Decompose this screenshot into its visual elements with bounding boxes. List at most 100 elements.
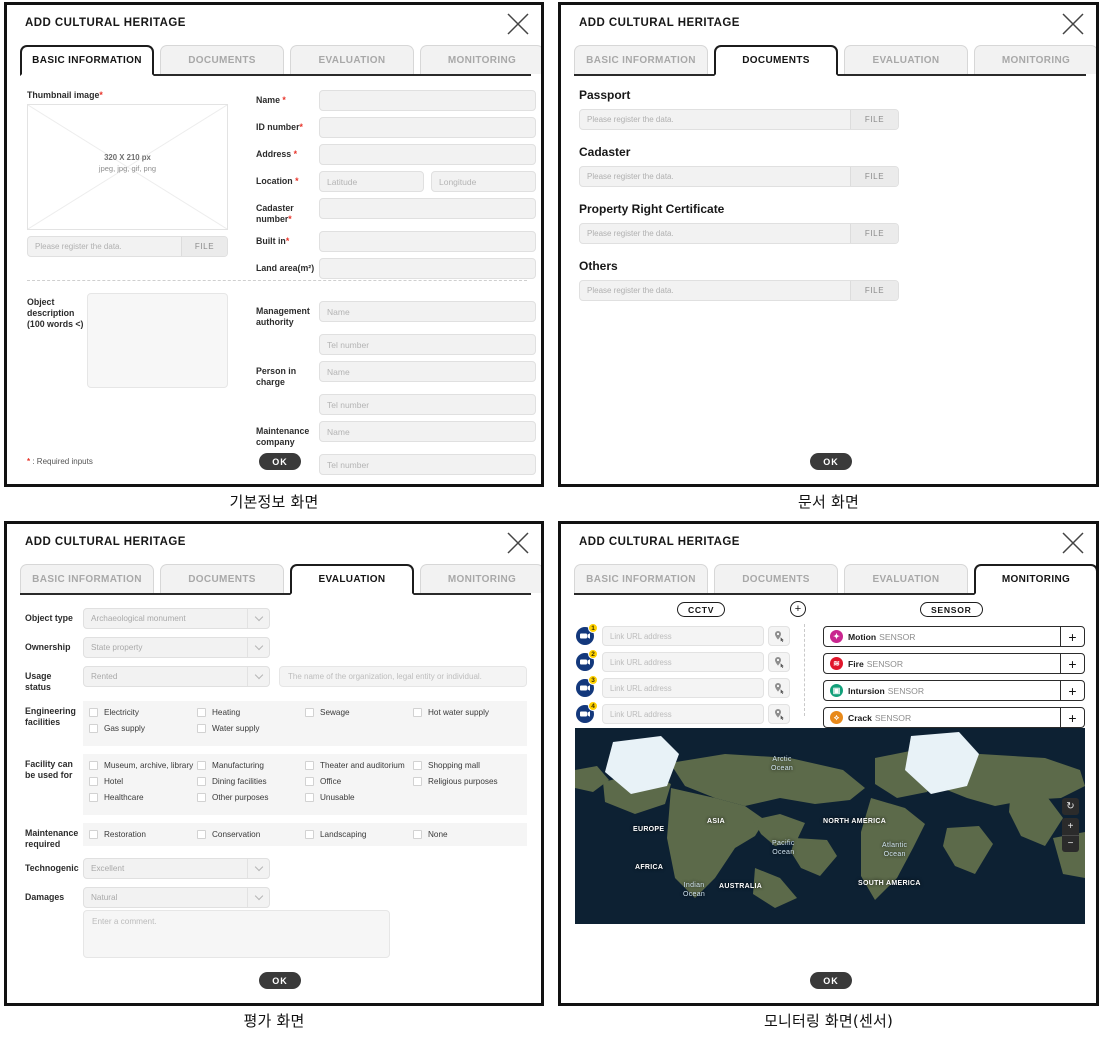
file-button[interactable]: FILE: [850, 167, 898, 186]
checkbox-box[interactable]: [197, 724, 206, 733]
sensor-row-intursion[interactable]: ▣ Intursion SENSOR +: [823, 680, 1085, 701]
checkbox-theater-and-auditorium[interactable]: Theater and auditorium: [305, 761, 413, 770]
file-button[interactable]: FILE: [181, 237, 227, 256]
checkbox-box[interactable]: [89, 708, 98, 717]
add-fire-sensor-button[interactable]: +: [1060, 654, 1084, 673]
cctv-url-input[interactable]: Link URL address: [602, 652, 764, 672]
technogenic-select[interactable]: Excellent: [83, 858, 270, 879]
checkbox-box[interactable]: [89, 724, 98, 733]
tab-evaluation[interactable]: EVALUATION: [290, 45, 414, 74]
object-type-select[interactable]: Archaeological monument: [83, 608, 270, 629]
file-button[interactable]: FILE: [850, 281, 898, 300]
checkbox-box[interactable]: [197, 830, 206, 839]
checkbox-box[interactable]: [305, 830, 314, 839]
close-icon[interactable]: [505, 11, 531, 37]
add-intursion-sensor-button[interactable]: +: [1060, 681, 1084, 700]
add-motion-sensor-button[interactable]: +: [1060, 627, 1084, 646]
name-input[interactable]: [319, 90, 536, 111]
tab-documents[interactable]: DOCUMENTS: [160, 45, 284, 74]
tab-monitoring[interactable]: MONITORING: [974, 45, 1096, 74]
land-area-input[interactable]: [319, 258, 536, 279]
checkbox-box[interactable]: [197, 777, 206, 786]
tab-basic-information[interactable]: BASIC INFORMATION: [574, 45, 708, 74]
address-input[interactable]: [319, 144, 536, 165]
sensor-row-crack[interactable]: ⟡ Crack SENSOR +: [823, 707, 1085, 728]
checkbox-religious-purposes[interactable]: Religious purposes: [413, 777, 521, 786]
checkbox-electricity[interactable]: Electricity: [89, 708, 197, 717]
person-in-charge-name-input[interactable]: Name: [319, 361, 536, 382]
tab-monitoring[interactable]: MONITORING: [420, 45, 541, 74]
add-crack-sensor-button[interactable]: +: [1060, 708, 1084, 727]
map-pin-picker-icon[interactable]: [768, 626, 790, 646]
maintenance-company-tel-input[interactable]: Tel number: [319, 454, 536, 475]
world-map[interactable]: EUROPE ASIA AFRICA AUSTRALIA NORTH AMERI…: [575, 728, 1085, 924]
checkbox-box[interactable]: [89, 761, 98, 770]
comment-textarea[interactable]: Enter a comment.: [83, 910, 390, 958]
checkbox-box[interactable]: [305, 777, 314, 786]
management-authority-name-input[interactable]: Name: [319, 301, 536, 322]
checkbox-box[interactable]: [413, 830, 422, 839]
tab-basic-information[interactable]: BASIC INFORMATION: [20, 45, 154, 76]
map-zoom-in-button[interactable]: +: [1062, 818, 1079, 835]
latitude-input[interactable]: Latitude: [319, 171, 424, 192]
add-cctv-icon[interactable]: +: [790, 601, 806, 617]
map-pin-picker-icon[interactable]: [768, 652, 790, 672]
organization-name-input[interactable]: The name of the organization, legal enti…: [279, 666, 527, 687]
checkbox-box[interactable]: [197, 761, 206, 770]
tab-monitoring[interactable]: MONITORING: [420, 564, 541, 593]
ok-button[interactable]: OK: [810, 453, 852, 470]
cctv-url-input[interactable]: Link URL address: [602, 626, 764, 646]
close-icon[interactable]: [1060, 11, 1086, 37]
thumbnail-file-input[interactable]: Please register the data. FILE: [27, 236, 228, 257]
checkbox-box[interactable]: [413, 708, 422, 717]
person-in-charge-tel-input[interactable]: Tel number: [319, 394, 536, 415]
map-pin-picker-icon[interactable]: [768, 704, 790, 724]
usage-status-select[interactable]: Rented: [83, 666, 270, 687]
checkbox-box[interactable]: [89, 777, 98, 786]
checkbox-box[interactable]: [305, 708, 314, 717]
file-button[interactable]: FILE: [850, 110, 898, 129]
ownership-select[interactable]: State property: [83, 637, 270, 658]
checkbox-box[interactable]: [305, 761, 314, 770]
tab-documents[interactable]: DOCUMENTS: [714, 564, 838, 593]
checkbox-sewage[interactable]: Sewage: [305, 708, 413, 717]
passport-file-input[interactable]: Please register the data. FILE: [579, 109, 899, 130]
sensor-row-fire[interactable]: ≋ Fire SENSOR +: [823, 653, 1085, 674]
checkbox-healthcare[interactable]: Healthcare: [89, 793, 197, 802]
checkbox-office[interactable]: Office: [305, 777, 413, 786]
checkbox-other-purposes[interactable]: Other purposes: [197, 793, 305, 802]
tab-monitoring[interactable]: MONITORING: [974, 564, 1096, 595]
map-rotate-icon[interactable]: ↻: [1062, 798, 1079, 815]
checkbox-hotel[interactable]: Hotel: [89, 777, 197, 786]
map-pin-picker-icon[interactable]: [768, 678, 790, 698]
cctv-section-pill[interactable]: CCTV: [677, 602, 726, 617]
checkbox-box[interactable]: [89, 830, 98, 839]
checkbox-water-supply[interactable]: Water supply: [197, 724, 305, 733]
cctv-url-input[interactable]: Link URL address: [602, 678, 764, 698]
file-button[interactable]: FILE: [850, 224, 898, 243]
checkbox-box[interactable]: [89, 793, 98, 802]
close-icon[interactable]: [505, 530, 531, 556]
checkbox-box[interactable]: [305, 793, 314, 802]
checkbox-dining-facilities[interactable]: Dining facilities: [197, 777, 305, 786]
checkbox-heating[interactable]: Heating: [197, 708, 305, 717]
checkbox-landscaping[interactable]: Landscaping: [305, 830, 413, 839]
map-zoom-out-button[interactable]: −: [1062, 835, 1079, 852]
checkbox-box[interactable]: [413, 777, 422, 786]
maintenance-company-name-input[interactable]: Name: [319, 421, 536, 442]
checkbox-none[interactable]: None: [413, 830, 521, 839]
tab-basic-information[interactable]: BASIC INFORMATION: [20, 564, 154, 593]
property-right-certificate-file-input[interactable]: Please register the data. FILE: [579, 223, 899, 244]
tab-evaluation[interactable]: EVALUATION: [844, 45, 968, 74]
checkbox-box[interactable]: [197, 708, 206, 717]
others-file-input[interactable]: Please register the data. FILE: [579, 280, 899, 301]
object-description-textarea[interactable]: [87, 293, 228, 388]
tab-basic-information[interactable]: BASIC INFORMATION: [574, 564, 708, 593]
tab-evaluation[interactable]: EVALUATION: [844, 564, 968, 593]
checkbox-conservation[interactable]: Conservation: [197, 830, 305, 839]
cadaster-file-input[interactable]: Please register the data. FILE: [579, 166, 899, 187]
id-number-input[interactable]: [319, 117, 536, 138]
built-in-input[interactable]: [319, 231, 536, 252]
sensor-row-motion[interactable]: ✦ Motion SENSOR +: [823, 626, 1085, 647]
longitude-input[interactable]: Longitude: [431, 171, 536, 192]
